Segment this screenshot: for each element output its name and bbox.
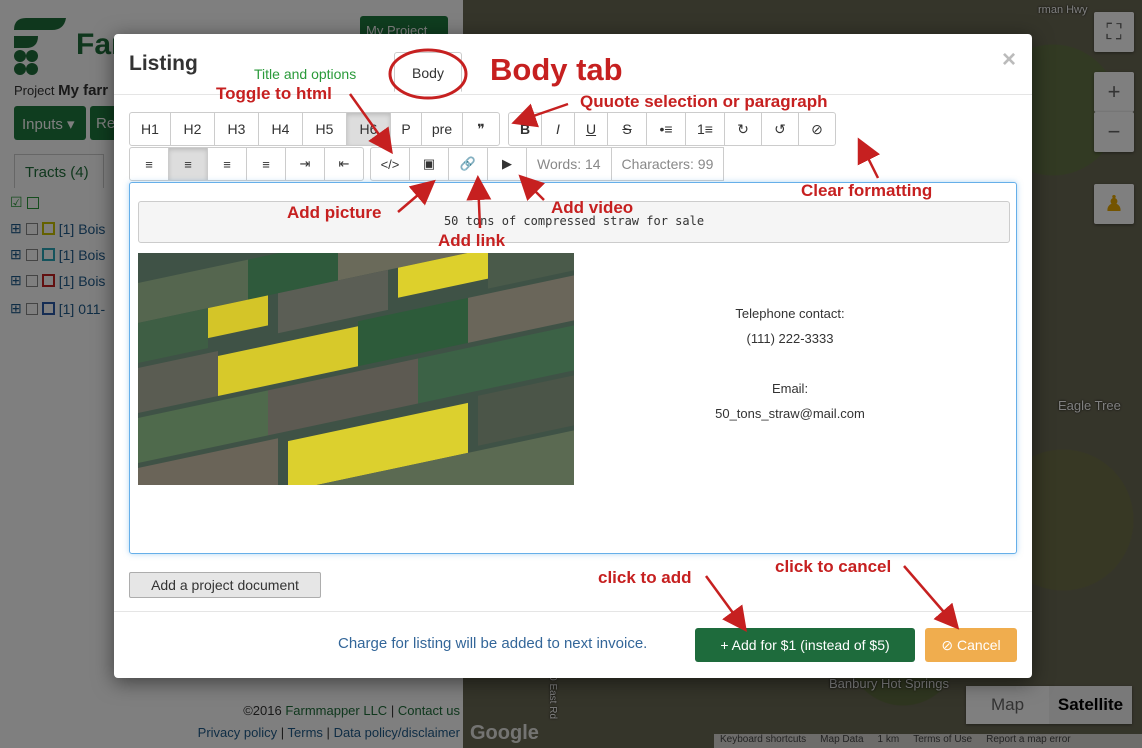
insert-video-button[interactable]: ▶ xyxy=(487,147,527,181)
strikethrough-button[interactable]: S xyxy=(607,112,647,146)
h4-button[interactable]: H4 xyxy=(258,112,303,146)
phone-value: (111) 222-3333 xyxy=(746,331,834,346)
insert-link-button[interactable]: 🔗 xyxy=(448,147,488,181)
h1-button[interactable]: H1 xyxy=(129,112,171,146)
modal-title: Listing xyxy=(129,52,198,75)
close-icon[interactable]: × xyxy=(1002,46,1016,74)
pre-button[interactable]: pre xyxy=(421,112,463,146)
email-value: 50_tons_straw@mail.com xyxy=(715,406,865,421)
toolbar-row-1: H1 H2 H3 H4 H5 H6 Ppre ❞ B I U S •≡ 1≡ ↻ ↺ ⊘ xyxy=(129,112,836,146)
tab-title-options[interactable]: Title and options xyxy=(254,66,356,82)
listing-modal: Listing Title and options Body × H1 H2 H3 H… xyxy=(114,34,1032,678)
h2-button[interactable]: H2 xyxy=(170,112,215,146)
add-listing-button[interactable]: + Add for $1 (instead of $5) xyxy=(695,628,915,662)
h6-button[interactable]: H6 xyxy=(346,112,391,146)
charge-note: Charge for listing will be added to next… xyxy=(338,635,648,652)
quote-button[interactable]: ❞ xyxy=(462,112,500,146)
body-tab-annotation: Body tab xyxy=(490,52,623,87)
italic-button[interactable]: I xyxy=(541,112,575,146)
email-label: Email: xyxy=(771,381,809,396)
phone-label: Telephone contact: xyxy=(735,306,845,321)
footer-divider xyxy=(114,611,1032,612)
outdent-button[interactable]: ⇤ xyxy=(324,147,364,181)
underline-button[interactable]: U xyxy=(574,112,608,146)
add-video-annotation: Add video xyxy=(551,198,634,217)
characters-count: Characters: 99 xyxy=(610,147,725,181)
click-add-annotation: click to add xyxy=(598,568,692,587)
indent-button[interactable]: ⇥ xyxy=(285,147,325,181)
toolbar-row-2: ≡ ≡ ≡ ≡ ⇥ ⇤ </> ▣ 🔗 ▶ Words: 14 Characters: 99 xyxy=(129,147,725,181)
h3-button[interactable]: H3 xyxy=(214,112,259,146)
words-count: Words: 14 xyxy=(526,147,612,181)
paragraph-button[interactable]: P xyxy=(390,112,422,146)
numbered-list-button[interactable]: 1≡ xyxy=(685,112,725,146)
clear-formatting-annotation: Clear formatting xyxy=(801,181,933,200)
code-view-button[interactable]: </> xyxy=(370,147,410,181)
add-picture-annotation: Add picture xyxy=(287,203,382,222)
toggle-html-annotation: Toggle to html xyxy=(216,84,332,103)
quote-annotation: Quuote selection or paragraph xyxy=(580,92,828,111)
aerial-fields-image xyxy=(138,253,574,485)
align-left-button[interactable]: ≡ xyxy=(129,147,169,181)
add-link-annotation: Add link xyxy=(438,231,506,250)
add-project-document-button[interactable]: Add a project document xyxy=(129,572,321,598)
clear-formatting-button[interactable]: ⊘ xyxy=(798,112,836,146)
click-cancel-annotation: click to cancel xyxy=(775,557,892,576)
justify-button[interactable]: ≡ xyxy=(246,147,286,181)
cancel-button[interactable]: ⊘ Cancel xyxy=(925,628,1017,662)
farm-fields-photo[interactable] xyxy=(138,253,574,485)
h5-button[interactable]: H5 xyxy=(302,112,347,146)
insert-picture-button[interactable]: ▣ xyxy=(409,147,449,181)
align-right-button[interactable]: ≡ xyxy=(207,147,247,181)
undo-button[interactable]: ↺ xyxy=(761,112,799,146)
contact-info: Telephone contact: (111) 222-3333 Email:… xyxy=(670,301,910,426)
bold-button[interactable]: B xyxy=(508,112,542,146)
redo-button[interactable]: ↻ xyxy=(724,112,762,146)
bullet-list-button[interactable]: •≡ xyxy=(646,112,686,146)
align-center-button[interactable]: ≡ xyxy=(168,147,208,181)
tab-body[interactable]: Body xyxy=(394,52,462,92)
body-editor[interactable]: 50 tons of compressed straw for sale Tel… xyxy=(129,182,1017,554)
